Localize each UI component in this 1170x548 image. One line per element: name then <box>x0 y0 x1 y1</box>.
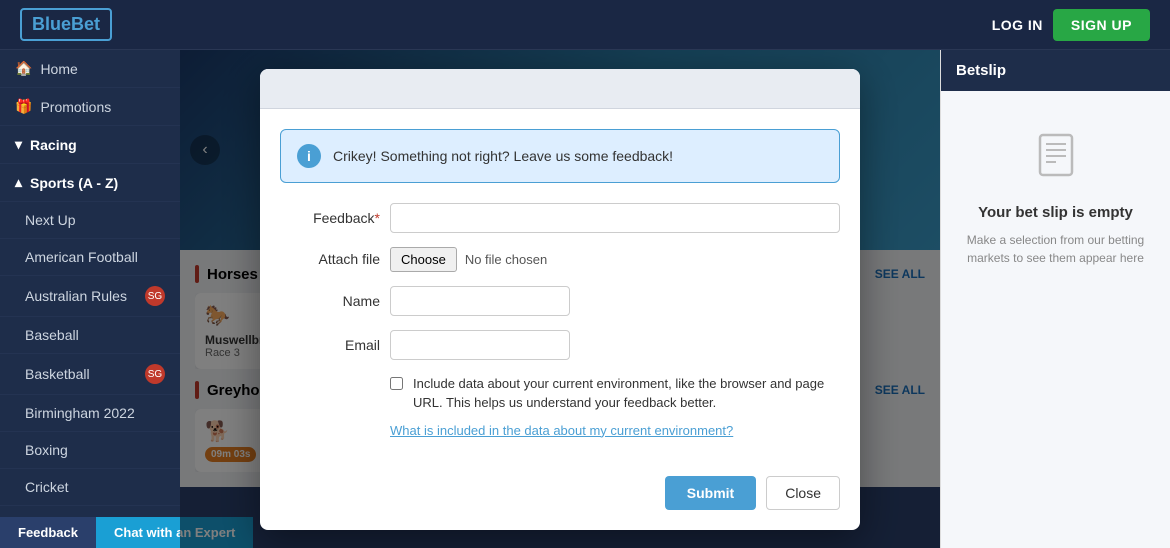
env-data-row: Include data about your current environm… <box>390 374 840 413</box>
signup-button[interactable]: SIGN UP <box>1053 9 1150 41</box>
home-icon: 🏠 <box>15 60 32 77</box>
email-label: Email <box>280 337 380 353</box>
sidebar-item-label: American Football <box>25 249 138 265</box>
modal-body: i Crikey! Something not right? Leave us … <box>260 109 860 476</box>
sidebar-item-label: Birmingham 2022 <box>25 405 135 421</box>
betslip-empty: Your bet slip is empty Make a selection … <box>941 91 1170 307</box>
sidebar-item-boxing[interactable]: Boxing <box>0 432 180 469</box>
header: BlueBet LOG IN SIGN UP <box>0 0 1170 50</box>
sidebar-item-cricket[interactable]: Cricket <box>0 469 180 506</box>
sidebar-item-basketball[interactable]: Basketball SG <box>0 354 180 395</box>
betslip-empty-icon <box>1032 131 1080 189</box>
name-row: Name <box>280 286 840 316</box>
sg-badge: SG <box>145 286 165 306</box>
logo-blue: Blue <box>32 14 71 34</box>
sidebar-item-baseball[interactable]: Baseball <box>0 317 180 354</box>
info-box: i Crikey! Something not right? Leave us … <box>280 129 840 183</box>
sidebar-item-australian-rules[interactable]: Australian Rules SG <box>0 276 180 317</box>
sidebar-item-birmingham[interactable]: Birmingham 2022 <box>0 395 180 432</box>
chevron-up-icon: ▴ <box>15 174 22 191</box>
no-file-text: No file chosen <box>465 252 547 267</box>
sidebar-item-american-football[interactable]: American Football <box>0 239 180 276</box>
sidebar-item-label: Racing <box>30 137 77 153</box>
sidebar-item-label: Promotions <box>40 99 111 115</box>
modal-overlay: i Crikey! Something not right? Leave us … <box>180 50 940 548</box>
sidebar-item-promotions[interactable]: 🎁 Promotions <box>0 88 180 126</box>
sg-badge: SG <box>145 364 165 384</box>
name-input[interactable] <box>390 286 570 316</box>
sidebar-item-label: Home <box>40 61 77 77</box>
sidebar-item-next-up[interactable]: Next Up <box>0 202 180 239</box>
submit-button[interactable]: Submit <box>665 476 756 510</box>
main-content: IFL ‹ Horses SEE ALL 🐎 Muswellbroo Race … <box>180 50 940 548</box>
info-icon: i <box>297 144 321 168</box>
email-row: Email <box>280 330 840 360</box>
layout: 🏠 Home 🎁 Promotions ▾ Racing ▴ Sports (A… <box>0 50 1170 548</box>
promotions-icon: 🎁 <box>15 98 32 115</box>
attach-file-label: Attach file <box>280 251 380 267</box>
sidebar-item-label: Next Up <box>25 212 76 228</box>
close-button[interactable]: Close <box>766 476 840 510</box>
info-message: Crikey! Something not right? Leave us so… <box>333 148 673 164</box>
email-input[interactable] <box>390 330 570 360</box>
sidebar-item-racing[interactable]: ▾ Racing <box>0 126 180 164</box>
sidebar-item-label: Baseball <box>25 327 79 343</box>
env-link[interactable]: What is included in the data about my cu… <box>390 423 840 438</box>
attach-file-row: Attach file Choose No file chosen <box>280 247 840 272</box>
feedback-tab[interactable]: Feedback <box>0 517 96 548</box>
sidebar: 🏠 Home 🎁 Promotions ▾ Racing ▴ Sports (A… <box>0 50 180 548</box>
modal-footer: Submit Close <box>260 476 860 530</box>
sidebar-item-label: Cricket <box>25 479 69 495</box>
feedback-modal: i Crikey! Something not right? Leave us … <box>260 69 860 530</box>
sidebar-item-sports[interactable]: ▴ Sports (A - Z) <box>0 164 180 202</box>
feedback-row: Feedback* <box>280 203 840 233</box>
name-label: Name <box>280 293 380 309</box>
file-input-wrapper: Choose No file chosen <box>390 247 547 272</box>
choose-file-button[interactable]: Choose <box>390 247 457 272</box>
chevron-down-icon: ▾ <box>15 136 22 153</box>
sidebar-item-label: Sports (A - Z) <box>30 175 118 191</box>
betslip-empty-title: Your bet slip is empty <box>978 204 1133 221</box>
betslip: Betslip Your bet slip is empty Make a se… <box>940 50 1170 548</box>
logo-bet: Bet <box>71 14 100 34</box>
login-button[interactable]: LOG IN <box>992 17 1043 33</box>
modal-top-bar <box>260 69 860 109</box>
logo: BlueBet <box>20 8 112 41</box>
sidebar-item-home[interactable]: 🏠 Home <box>0 50 180 88</box>
sidebar-item-label: Australian Rules <box>25 288 127 304</box>
betslip-empty-sub: Make a selection from our betting market… <box>961 231 1150 267</box>
feedback-input[interactable] <box>390 203 840 233</box>
env-data-checkbox[interactable] <box>390 377 403 390</box>
sidebar-item-label: Boxing <box>25 442 68 458</box>
sidebar-item-label: Basketball <box>25 366 90 382</box>
betslip-header: Betslip <box>941 50 1170 91</box>
header-right: LOG IN SIGN UP <box>992 9 1150 41</box>
feedback-label: Feedback* <box>280 210 380 226</box>
checkbox-label: Include data about your current environm… <box>413 374 840 413</box>
